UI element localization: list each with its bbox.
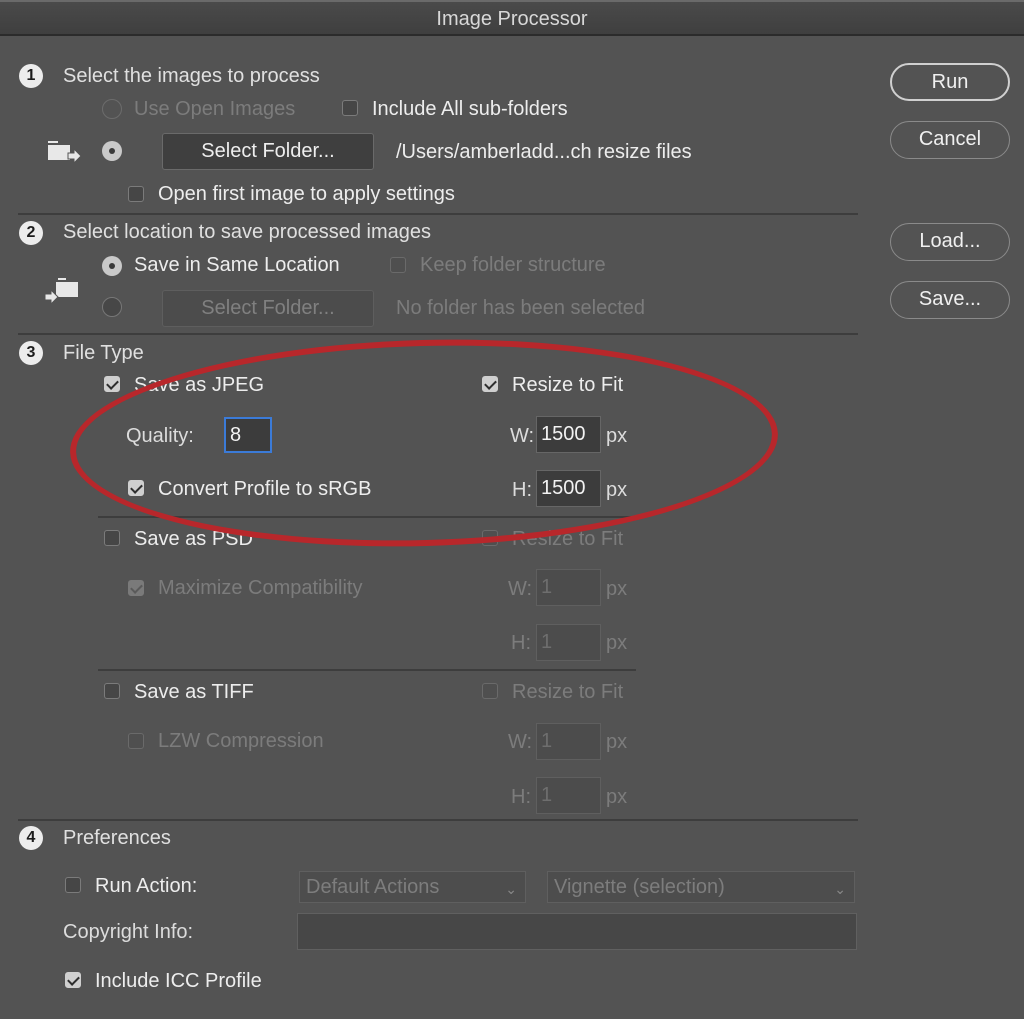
chevron-down-icon: ⌄	[505, 881, 517, 897]
save-tiff-checkbox[interactable]	[104, 683, 120, 699]
save-same-location-radio[interactable]	[102, 256, 122, 276]
psd-resize-checkbox[interactable]	[482, 530, 498, 546]
quality-label: Quality:	[126, 425, 194, 447]
divider	[18, 333, 858, 335]
divider	[18, 213, 858, 215]
tiff-height-unit: px	[606, 786, 628, 808]
jpeg-width-unit: px	[606, 425, 628, 447]
section-3-title: File Type	[63, 342, 144, 364]
tiff-width-input[interactable]: 1	[536, 723, 601, 760]
include-icc-checkbox[interactable]	[65, 972, 81, 988]
folder-output-icon	[44, 277, 80, 306]
lzw-compression-checkbox[interactable]	[128, 733, 144, 749]
select-source-folder-button[interactable]: Select Folder...	[162, 133, 374, 170]
jpeg-resize-checkbox[interactable]	[482, 376, 498, 392]
psd-height-unit: px	[606, 632, 628, 654]
save-tiff-label: Save as TIFF	[134, 681, 254, 703]
divider	[98, 516, 636, 518]
step-1-badge: 1	[19, 64, 43, 88]
use-open-images-label: Use Open Images	[134, 98, 296, 120]
psd-height-label: H:	[511, 632, 531, 654]
tiff-height-label: H:	[511, 786, 531, 808]
tiff-height-input[interactable]: 1	[536, 777, 601, 814]
include-subfolders-checkbox[interactable]	[342, 100, 358, 116]
tiff-resize-checkbox[interactable]	[482, 683, 498, 699]
lzw-compression-label: LZW Compression	[158, 730, 324, 752]
title-bar: Image Processor	[0, 0, 1024, 36]
section-1-title: Select the images to process	[63, 65, 320, 87]
jpeg-width-label: W:	[510, 425, 535, 447]
use-open-images-radio[interactable]	[102, 99, 122, 119]
chevron-down-icon: ⌄	[834, 881, 846, 897]
dest-folder-status: No folder has been selected	[396, 297, 646, 319]
psd-width-unit: px	[606, 578, 628, 600]
convert-srgb-label: Convert Profile to sRGB	[158, 478, 372, 500]
jpeg-height-input[interactable]: 1500	[536, 470, 601, 507]
select-dest-folder-button[interactable]: Select Folder...	[162, 290, 374, 327]
open-first-image-checkbox[interactable]	[128, 186, 144, 202]
tiff-width-label: W:	[508, 731, 533, 753]
save-psd-label: Save as PSD	[134, 528, 253, 550]
psd-height-input[interactable]: 1	[536, 624, 601, 661]
psd-width-label: W:	[508, 578, 533, 600]
include-subfolders-label: Include All sub-folders	[372, 98, 568, 120]
select-folder-radio[interactable]	[102, 141, 122, 161]
include-icc-label: Include ICC Profile	[95, 970, 262, 992]
cancel-button[interactable]: Cancel	[890, 121, 1010, 159]
jpeg-height-unit: px	[606, 479, 628, 501]
jpeg-width-input[interactable]: 1500	[536, 416, 601, 453]
copyright-input[interactable]	[297, 913, 857, 950]
action-set-select[interactable]: Default Actions ⌄	[299, 871, 526, 903]
psd-width-input[interactable]: 1	[536, 569, 601, 606]
section-4-title: Preferences	[63, 827, 171, 849]
step-3-badge: 3	[19, 341, 43, 365]
run-action-label: Run Action:	[95, 875, 198, 897]
window-title: Image Processor	[436, 8, 588, 30]
maximize-compat-label: Maximize Compatibility	[158, 577, 363, 599]
action-value: Vignette (selection)	[554, 876, 725, 898]
action-set-value: Default Actions	[306, 876, 440, 898]
section-2-title: Select location to save processed images	[63, 221, 431, 243]
save-jpeg-checkbox[interactable]	[104, 376, 120, 392]
tiff-width-unit: px	[606, 731, 628, 753]
open-first-image-label: Open first image to apply settings	[158, 183, 455, 205]
select-dest-folder-radio[interactable]	[102, 297, 122, 317]
keep-folder-structure-label: Keep folder structure	[420, 254, 606, 276]
action-select[interactable]: Vignette (selection) ⌄	[547, 871, 855, 903]
maximize-compat-checkbox[interactable]	[128, 580, 144, 596]
step-4-badge: 4	[19, 826, 43, 850]
run-button[interactable]: Run	[890, 63, 1010, 101]
save-jpeg-label: Save as JPEG	[134, 374, 265, 396]
step-2-badge: 2	[19, 221, 43, 245]
copyright-label: Copyright Info:	[63, 921, 194, 943]
save-psd-checkbox[interactable]	[104, 530, 120, 546]
tiff-resize-label: Resize to Fit	[512, 681, 624, 703]
keep-folder-structure-checkbox[interactable]	[390, 257, 406, 273]
divider	[98, 669, 636, 671]
run-action-checkbox[interactable]	[65, 877, 81, 893]
quality-input[interactable]: 8	[224, 417, 272, 453]
jpeg-height-label: H:	[512, 479, 532, 501]
convert-srgb-checkbox[interactable]	[128, 480, 144, 496]
save-settings-button[interactable]: Save...	[890, 281, 1010, 319]
psd-resize-label: Resize to Fit	[512, 528, 624, 550]
divider	[18, 819, 858, 821]
folder-input-icon	[46, 140, 82, 166]
save-same-location-label: Save in Same Location	[134, 254, 340, 276]
source-folder-path: /Users/amberladd...ch resize files	[396, 141, 692, 163]
jpeg-resize-label: Resize to Fit	[512, 374, 624, 396]
load-button[interactable]: Load...	[890, 223, 1010, 261]
